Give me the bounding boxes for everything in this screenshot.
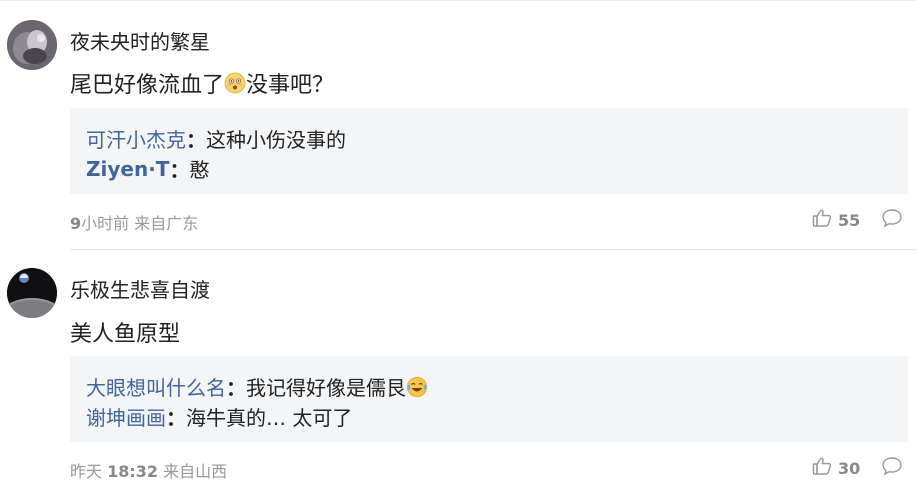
reply-author[interactable]: Ziyen·T xyxy=(86,157,169,181)
avatar[interactable] xyxy=(7,20,57,70)
username[interactable]: 乐极生悲喜自渡 xyxy=(70,274,210,303)
surprised-face-emoji-icon xyxy=(224,72,246,94)
reply-colon: ： xyxy=(166,406,186,430)
reply-item: 谢坤画画 ： 海牛真的… 太可了 xyxy=(86,402,352,431)
comment-text: 尾巴好像流血了 没事吧？ xyxy=(70,67,334,99)
thumbs-up-icon xyxy=(812,208,832,232)
meta-location: 来自山西 xyxy=(163,462,228,481)
reply-text: 我记得好像是儒艮 xyxy=(246,376,406,400)
top-divider xyxy=(0,0,917,1)
reply-text: 憨 xyxy=(189,158,210,182)
like-button[interactable]: 30 xyxy=(812,456,860,480)
comment-bubble-icon[interactable] xyxy=(881,208,903,228)
reply-author[interactable]: 谢坤画画 xyxy=(86,402,166,431)
reply-author[interactable]: 可汗小杰克 xyxy=(86,124,186,153)
meta-time-number: 9 xyxy=(70,214,82,233)
comment-text: 美人鱼原型 xyxy=(70,322,181,347)
reply-text: 这种小伤没事的 xyxy=(206,128,346,152)
comment-text-part: 没事吧？ xyxy=(246,73,335,98)
comment-divider xyxy=(70,249,917,250)
reply-item: 可汗小杰克 ： 这种小伤没事的 xyxy=(86,124,346,153)
meta-day: 昨天 xyxy=(70,462,103,481)
reply-author[interactable]: 大眼想叫什么名 xyxy=(86,372,226,401)
avatar[interactable] xyxy=(7,268,57,318)
reply-item: Ziyen·T ： 憨 xyxy=(86,154,209,183)
comment-meta: 9小时前 来自广东 xyxy=(70,210,198,234)
reply-text: 海牛真的… 太可了 xyxy=(186,406,353,430)
like-count: 30 xyxy=(838,458,861,478)
reply-box[interactable]: 可汗小杰克 ： 这种小伤没事的 Ziyen·T ： 憨 xyxy=(70,108,908,194)
reply-colon: ： xyxy=(169,158,190,182)
like-count: 55 xyxy=(838,210,861,230)
comment-bubble-icon[interactable] xyxy=(881,456,903,476)
thumbs-up-icon xyxy=(812,456,832,480)
reply-colon: ： xyxy=(186,128,206,152)
reply-colon: ： xyxy=(226,376,246,400)
meta-time-number: 18:32 xyxy=(107,462,159,481)
meta-time-text: 小时前 来自广东 xyxy=(81,214,199,233)
like-button[interactable]: 55 xyxy=(812,208,860,232)
reply-box[interactable]: 大眼想叫什么名 ： 我记得好像是儒艮 谢坤画画 ： 海牛真的… 太可了 xyxy=(70,356,908,442)
reply-item: 大眼想叫什么名 ： 我记得好像是儒艮 xyxy=(86,372,428,401)
laughing-tears-emoji-icon xyxy=(406,376,428,398)
comment-text-part: 尾巴好像流血了 xyxy=(70,73,225,98)
username[interactable]: 夜未央时的繁星 xyxy=(70,26,210,55)
comment-meta: 昨天 18:32 来自山西 xyxy=(70,458,227,482)
